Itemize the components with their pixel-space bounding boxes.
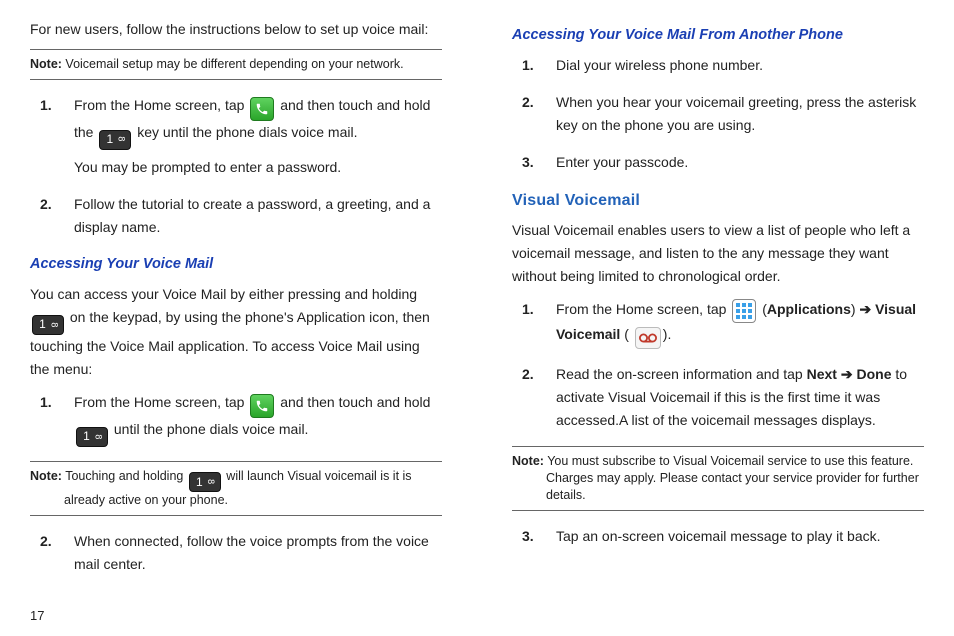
heading-visual-voicemail: Visual Voicemail <box>512 188 924 214</box>
voicemail-icon <box>635 327 661 349</box>
button-label: Done <box>856 366 891 382</box>
step-text: and then touch and hold <box>280 394 430 410</box>
page-number: 17 <box>30 605 44 626</box>
visual-voicemail-desc: Visual Voicemail enables users to view a… <box>512 219 924 288</box>
para-text: You can access your Voice Mail by either… <box>30 286 417 302</box>
one-key-icon: 18 <box>32 315 64 335</box>
list-item: 2. Read the on-screen information and ta… <box>522 363 924 432</box>
step-text: Read the on-screen information and tap <box>556 366 807 382</box>
access-steps: 1. From the Home screen, tap and then to… <box>40 391 442 447</box>
step-number: 1. <box>40 94 52 117</box>
heading-another-phone: Accessing Your Voice Mail From Another P… <box>512 24 924 48</box>
step-text: ). <box>663 326 672 342</box>
app-name: Applications <box>767 301 851 317</box>
visual-steps: 1. From the Home screen, tap ( Applicatio… <box>522 298 924 432</box>
note-text: You must subscribe to Visual Voicemail s… <box>544 454 919 502</box>
note-setup: Note: Voicemail setup may be different d… <box>30 49 442 80</box>
note-text: Voicemail setup may be different dependi… <box>62 57 404 71</box>
right-column: Accessing Your Voice Mail From Another P… <box>492 18 944 626</box>
para-text: on the keypad, by using the phone's Appl… <box>30 309 430 377</box>
list-item: 3. Enter your passcode. <box>522 151 924 174</box>
phone-icon <box>250 97 274 121</box>
setup-steps: 1. From the Home screen, tap and then to… <box>40 94 442 239</box>
list-item: 3. Tap an on-screen voicemail message to… <box>522 525 924 548</box>
button-label: Next <box>807 366 837 382</box>
step-number: 2. <box>522 363 534 386</box>
step-number: 2. <box>522 91 534 114</box>
list-item: 2. Follow the tutorial to create a passw… <box>40 193 442 239</box>
manual-page: For new users, follow the instructions b… <box>0 0 954 636</box>
arrow-icon: ➔ <box>859 301 871 317</box>
visual-steps-cont: 3. Tap an on-screen voicemail message to… <box>522 525 924 548</box>
access-paragraph: You can access your Voice Mail by either… <box>30 283 442 381</box>
step-text: From the Home screen, tap <box>74 97 248 113</box>
note-label: Note: <box>512 454 544 468</box>
one-key-icon: 18 <box>76 427 108 447</box>
step-text: When you hear your voicemail greeting, p… <box>556 94 916 133</box>
list-item: 1. Dial your wireless phone number. <box>522 54 924 77</box>
step-number: 2. <box>40 530 52 553</box>
list-item: 2. When connected, follow the voice prom… <box>40 530 442 576</box>
note-label: Note: <box>30 469 62 483</box>
one-key-icon: 18 <box>189 472 221 492</box>
step-text: until the phone dials voice mail. <box>114 421 309 437</box>
left-column: For new users, follow the instructions b… <box>10 18 462 626</box>
note-subscribe: Note: You must subscribe to Visual Voice… <box>512 446 924 511</box>
note-text: Touching and holding <box>62 469 187 483</box>
list-item: 1. From the Home screen, tap and then to… <box>40 391 442 447</box>
note-visual-launch: Note: Touching and holding 18 will launc… <box>30 461 442 516</box>
step-number: 1. <box>522 298 534 321</box>
list-item: 2. When you hear your voicemail greeting… <box>522 91 924 137</box>
step-number: 1. <box>40 391 52 414</box>
list-item: 1. From the Home screen, tap ( Applicatio… <box>522 298 924 349</box>
step-subtext: You may be prompted to enter a password. <box>74 156 442 179</box>
step-text: Tap an on-screen voicemail message to pl… <box>556 528 881 544</box>
step-number: 2. <box>40 193 52 216</box>
step-text: key until the phone dials voice mail. <box>137 124 357 140</box>
step-number: 1. <box>522 54 534 77</box>
step-text: From the Home screen, tap <box>556 301 730 317</box>
arrow-icon: ➔ <box>841 366 853 382</box>
one-key-icon: 18 <box>99 130 131 150</box>
phone-icon <box>250 394 274 418</box>
step-text: ( <box>620 326 629 342</box>
step-text: Enter your passcode. <box>556 154 688 170</box>
heading-accessing: Accessing Your Voice Mail <box>30 253 442 277</box>
access-steps-cont: 2. When connected, follow the voice prom… <box>40 530 442 576</box>
apps-icon <box>732 299 756 323</box>
step-text: From the Home screen, tap <box>74 394 248 410</box>
remote-steps: 1. Dial your wireless phone number. 2. W… <box>522 54 924 174</box>
step-number: 3. <box>522 525 534 548</box>
list-item: 1. From the Home screen, tap and then to… <box>40 94 442 179</box>
step-text: Dial your wireless phone number. <box>556 57 763 73</box>
note-label: Note: <box>30 57 62 71</box>
lead-text: For new users, follow the instructions b… <box>30 18 442 41</box>
step-text: Follow the tutorial to create a password… <box>74 196 430 235</box>
step-number: 3. <box>522 151 534 174</box>
step-text: When connected, follow the voice prompts… <box>74 533 429 572</box>
